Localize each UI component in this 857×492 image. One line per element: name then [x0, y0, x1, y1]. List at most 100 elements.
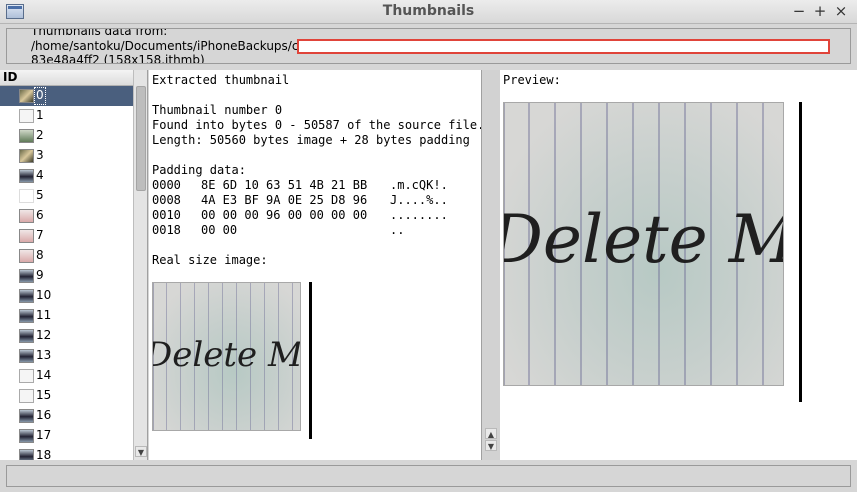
- source-header: Thumbnails data from: /home/santoku/Docu…: [6, 28, 851, 64]
- scroll-up-arrow-icon[interactable]: ▲: [485, 428, 497, 439]
- list-rows: 0 1 2 3 4 5 6 7 8 9 10 11 12 13 14 15 16 17 18: [0, 86, 133, 460]
- list-item-label: 4: [36, 168, 44, 182]
- hex-bytes: 00 00: [201, 223, 238, 237]
- list-item[interactable]: 16: [0, 406, 133, 426]
- list-item[interactable]: 1: [0, 106, 133, 126]
- list-item[interactable]: 17: [0, 426, 133, 446]
- window-title: Thumbnails: [382, 3, 475, 19]
- thumbnail-preview-icon: [19, 349, 34, 363]
- list-item-label: 1: [36, 108, 44, 122]
- real-size-image-text: Delete M: [152, 335, 301, 375]
- list-item[interactable]: 14: [0, 366, 133, 386]
- image-edge-line: [309, 282, 312, 439]
- thumbnail-preview-icon: [19, 389, 34, 403]
- hex-offset: 0018: [152, 223, 181, 237]
- list-item-label: 12: [36, 328, 52, 342]
- list-item-label: 18: [36, 448, 52, 460]
- hex-ascii: ..: [390, 223, 405, 237]
- list-item[interactable]: 0: [0, 86, 133, 106]
- thumbnail-preview-icon: [19, 289, 34, 303]
- hex-offset: 0000: [152, 178, 181, 192]
- hex-ascii: ........: [390, 208, 448, 222]
- length-info: Length: 50560 bytes image + 28 bytes pad…: [152, 133, 470, 147]
- byte-range: Found into bytes 0 - 50587 of the source…: [152, 118, 482, 132]
- list-item[interactable]: 2: [0, 126, 133, 146]
- status-bar: [6, 465, 851, 487]
- preview-edge-line: [799, 102, 802, 402]
- hex-bytes: 8E 6D 10 63 51 4B 21 BB: [201, 178, 368, 192]
- maximize-button[interactable]: +: [811, 2, 829, 20]
- list-item[interactable]: 10: [0, 286, 133, 306]
- list-item[interactable]: 13: [0, 346, 133, 366]
- details-heading: Extracted thumbnail: [152, 73, 290, 87]
- list-item[interactable]: 4: [0, 166, 133, 186]
- hex-ascii: J....%..: [390, 193, 448, 207]
- list-scroll-thumb[interactable]: [136, 86, 146, 191]
- list-item-label: 6: [36, 208, 44, 222]
- list-item-label: 2: [36, 128, 44, 142]
- real-size-image: Delete M: [152, 282, 301, 431]
- thumbnail-preview-icon: [19, 129, 34, 143]
- list-item-label: 16: [36, 408, 52, 422]
- scroll-down-arrow-icon[interactable]: ▼: [485, 440, 497, 451]
- list-item-label: 5: [36, 188, 44, 202]
- hex-ascii: .m.cQK!.: [390, 178, 448, 192]
- hex-offset: 0008: [152, 193, 181, 207]
- minimize-button[interactable]: −: [790, 2, 808, 20]
- source-file-text: 83e48a4ff2 (158x158.ithmb): [31, 53, 205, 64]
- real-size-label: Real size image:: [152, 253, 268, 267]
- thumbnail-preview-icon: [19, 209, 34, 223]
- thumbnail-preview-icon: [19, 149, 34, 163]
- details-panel: Extracted thumbnail Thumbnail number 0 F…: [149, 70, 482, 460]
- list-item-label: 7: [36, 228, 44, 242]
- padding-label: Padding data:: [152, 163, 246, 177]
- list-item-label: 11: [36, 308, 52, 322]
- list-item-label: 14: [36, 368, 52, 382]
- preview-panel: Preview: Delete M: [500, 70, 857, 460]
- thumbnail-preview-icon: [19, 169, 34, 183]
- thumbnail-preview-icon: [19, 249, 34, 263]
- hex-bytes: 4A E3 BF 9A 0E 25 D8 96: [201, 193, 368, 207]
- list-item[interactable]: 6: [0, 206, 133, 226]
- thumbnail-preview-icon: [19, 309, 34, 323]
- hex-bytes: 00 00 00 96 00 00 00 00: [201, 208, 368, 222]
- list-item[interactable]: 9: [0, 266, 133, 286]
- thumbnail-list[interactable]: ID 0 1 2 3 4 5 6 7 8 9 10 11 12 13 14 15 16 17 18 ▼: [0, 70, 148, 460]
- thumbnail-preview-icon: [19, 89, 34, 103]
- thumbnail-preview-icon: [19, 229, 34, 243]
- preview-image: Delete M: [503, 102, 784, 386]
- list-item[interactable]: 3: [0, 146, 133, 166]
- thumbnail-preview-icon: [19, 429, 34, 443]
- panel-splitter[interactable]: ▲ ▼: [482, 70, 500, 460]
- list-item-label: 10: [36, 288, 52, 302]
- list-item[interactable]: 18: [0, 446, 133, 460]
- list-item-label: 15: [36, 388, 52, 402]
- list-item[interactable]: 12: [0, 326, 133, 346]
- list-item[interactable]: 8: [0, 246, 133, 266]
- list-column-header[interactable]: ID: [0, 70, 133, 86]
- list-item-label: 8: [36, 248, 44, 262]
- list-scrollbar[interactable]: ▼: [133, 70, 147, 460]
- preview-image-text: Delete M: [503, 201, 784, 278]
- scroll-down-arrow-icon[interactable]: ▼: [135, 446, 147, 457]
- thumbnail-preview-icon: [19, 109, 34, 123]
- list-item[interactable]: 15: [0, 386, 133, 406]
- thumbnail-preview-icon: [19, 449, 34, 460]
- thumbnail-preview-icon: [19, 269, 34, 283]
- list-item-label: 17: [36, 428, 52, 442]
- list-item[interactable]: 11: [0, 306, 133, 326]
- list-item-label: 9: [36, 268, 44, 282]
- title-bar: Thumbnails − + ×: [0, 0, 857, 24]
- list-item-label: 13: [36, 348, 52, 362]
- thumbnail-preview-icon: [19, 189, 34, 203]
- list-item-label: 3: [36, 148, 44, 162]
- thumbnail-preview-icon: [19, 329, 34, 343]
- source-path-field[interactable]: [297, 39, 830, 54]
- header-caption: Thumbnails data from:: [31, 28, 168, 38]
- list-item[interactable]: 5: [0, 186, 133, 206]
- close-button[interactable]: ×: [832, 2, 850, 20]
- hex-offset: 0010: [152, 208, 181, 222]
- list-item[interactable]: 7: [0, 226, 133, 246]
- preview-label: Preview:: [503, 73, 561, 87]
- list-item-label: 0: [34, 87, 46, 105]
